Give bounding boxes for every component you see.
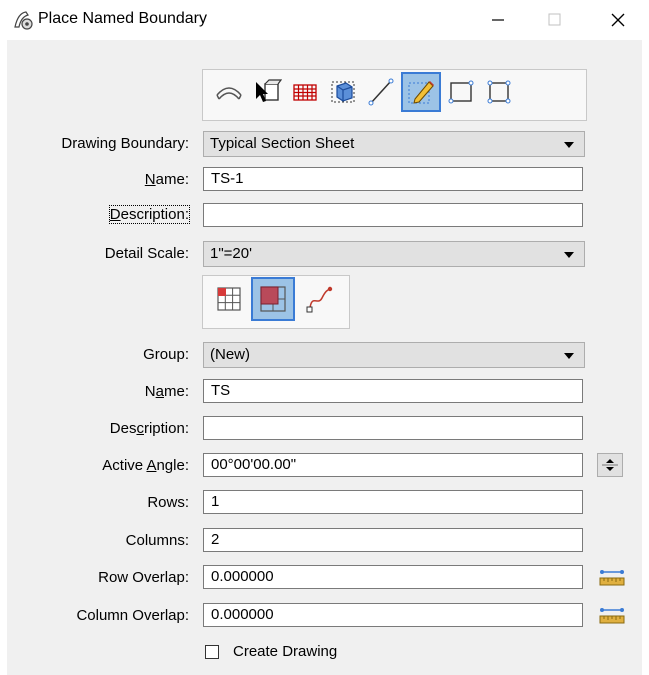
grid-tool-button[interactable]: [287, 74, 323, 110]
rows-label: Rows:: [147, 494, 189, 511]
placement-mode-toolbar: [202, 275, 350, 329]
ruler-measure-icon: [599, 608, 625, 624]
name-label: Name:: [144, 171, 189, 188]
group-name-label: Name:: [144, 383, 189, 400]
close-icon: [611, 13, 625, 27]
group-select[interactable]: (New): [203, 342, 585, 368]
spinner-arrows-icon: [602, 459, 618, 471]
group-description-label: Description:: [109, 420, 189, 437]
shape-tool-button[interactable]: [481, 74, 517, 110]
shape-icon: [487, 80, 511, 104]
ruler-measure-icon: [599, 570, 625, 586]
chevron-down-icon: [564, 353, 574, 359]
close-button[interactable]: [590, 0, 646, 40]
columns-input[interactable]: 2: [203, 528, 583, 552]
group-value: (New): [210, 346, 250, 363]
drawing-boundary-select[interactable]: Typical Section Sheet: [203, 131, 585, 157]
row-overlap-input[interactable]: 0.000000: [203, 565, 583, 589]
maximize-icon: [548, 13, 561, 26]
detail-scale-label: Detail Scale:: [104, 245, 189, 262]
name-input[interactable]: TS-1: [203, 167, 583, 191]
rectangle-tool-button[interactable]: [443, 74, 479, 110]
3d-view-icon: [331, 81, 355, 103]
create-drawing-checkbox[interactable]: [205, 644, 219, 659]
cursor-cube-icon: [256, 79, 282, 102]
title-bar: Place Named Boundary: [0, 0, 649, 40]
place-boundary-app-icon: [14, 11, 33, 30]
detail-scale-value: 1"=20': [210, 245, 252, 262]
red-grid-icon: [293, 84, 317, 101]
column-overlap-label: Column Overlap:: [76, 607, 189, 624]
minimize-icon: [492, 19, 504, 21]
create-drawing-row[interactable]: Create Drawing: [205, 643, 337, 660]
description-label: Description:: [108, 205, 191, 224]
multi-mode-button[interactable]: [251, 277, 295, 321]
drawing-boundary-label: Drawing Boundary:: [61, 135, 189, 152]
minimize-button[interactable]: [470, 0, 526, 40]
curve-mode-button[interactable]: [299, 279, 339, 319]
line-icon: [368, 78, 394, 106]
pencil-icon: [408, 81, 434, 104]
chevron-down-icon: [564, 252, 574, 258]
rectangle-icon: [448, 80, 474, 104]
columns-label: Columns:: [125, 532, 189, 549]
civil-arc-boundary-icon: [216, 87, 242, 100]
drawing-boundary-value: Typical Section Sheet: [210, 135, 355, 152]
description-input[interactable]: [203, 203, 583, 227]
detail-scale-select[interactable]: 1"=20': [203, 241, 585, 267]
select-tool-button[interactable]: [249, 74, 285, 110]
column-overlap-measure-button[interactable]: [599, 603, 625, 627]
row-overlap-measure-button[interactable]: [599, 565, 625, 589]
group-label: Group:: [143, 346, 189, 363]
window-title: Place Named Boundary: [38, 10, 207, 27]
civil-plan-tool-button[interactable]: [211, 74, 247, 110]
curve-icon: [306, 286, 333, 313]
active-angle-label: Active Angle:: [102, 457, 189, 474]
column-overlap-input[interactable]: 0.000000: [203, 603, 583, 627]
active-angle-spinner[interactable]: [597, 453, 623, 477]
line-tool-button[interactable]: [363, 74, 399, 110]
active-angle-input[interactable]: 00°00'00.00": [203, 453, 583, 477]
create-drawing-label: Create Drawing: [233, 643, 338, 660]
profile-tool-button[interactable]: [401, 72, 441, 112]
chevron-down-icon: [564, 142, 574, 148]
row-overlap-label: Row Overlap:: [98, 569, 189, 586]
view-tool-button[interactable]: [325, 74, 361, 110]
group-name-input[interactable]: TS: [203, 379, 583, 403]
multi-grid-icon: [260, 286, 286, 312]
boundary-method-toolbar: [202, 69, 587, 121]
single-mode-button[interactable]: [209, 279, 249, 319]
rows-input[interactable]: 1: [203, 490, 583, 514]
group-description-input[interactable]: [203, 416, 583, 440]
single-grid-icon: [217, 287, 241, 311]
maximize-button[interactable]: [527, 0, 583, 40]
